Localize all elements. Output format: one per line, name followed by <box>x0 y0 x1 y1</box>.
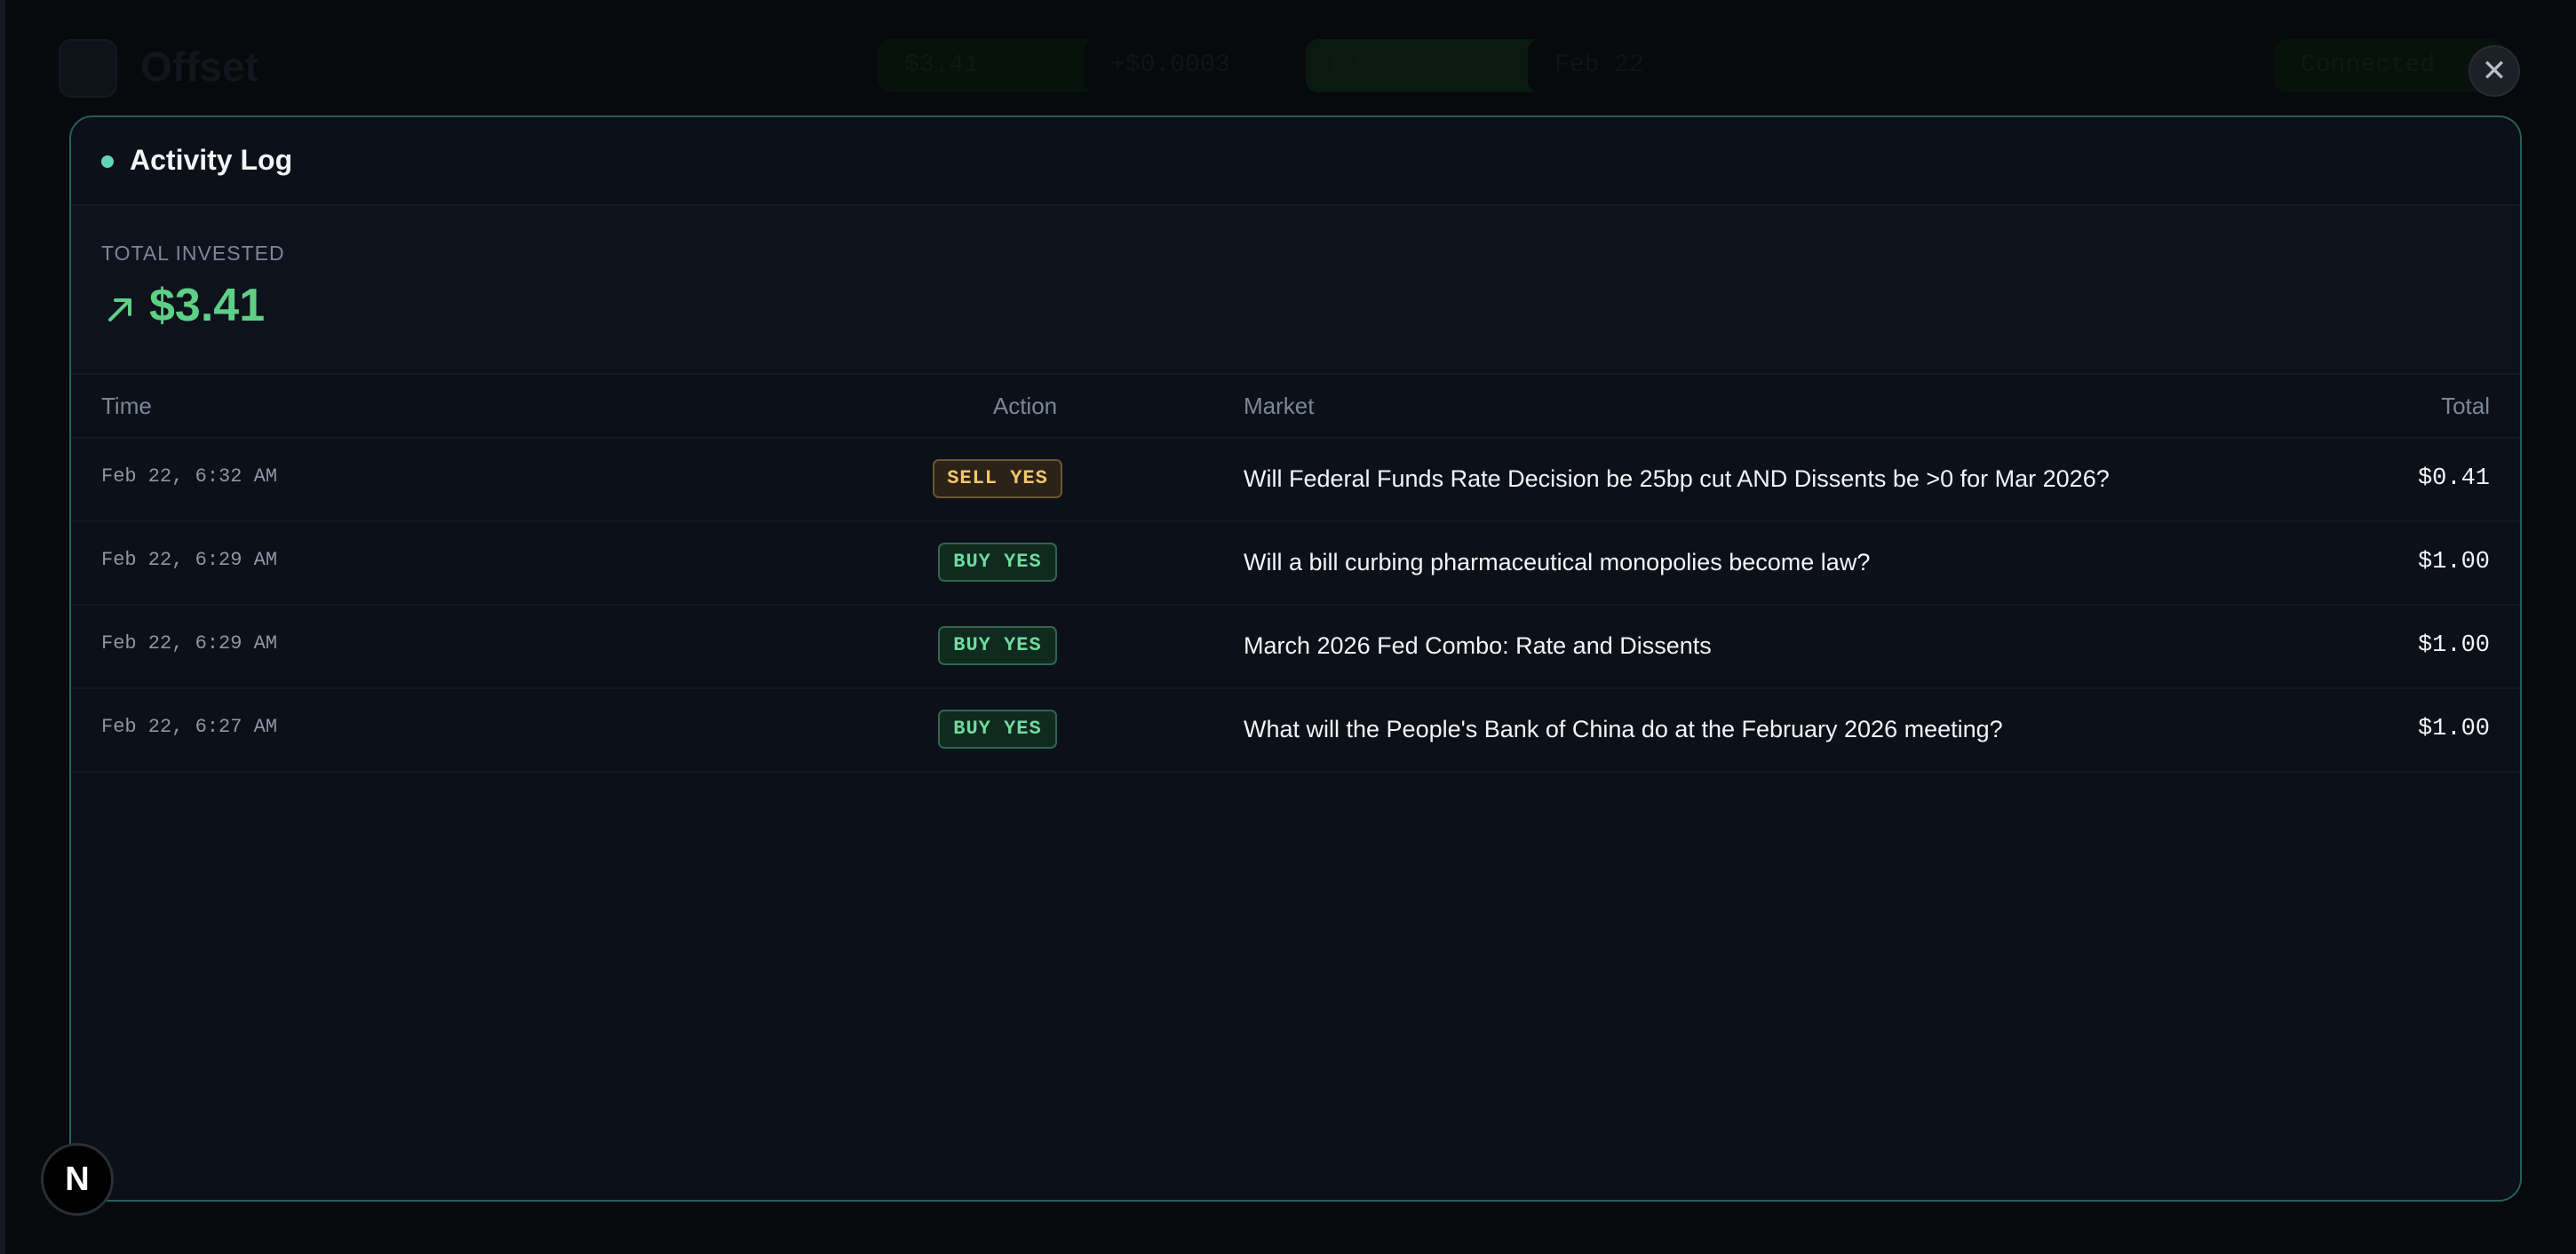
row-time: Feb 22, 6:29 AM <box>101 549 278 571</box>
column-header-market: Market <box>1244 393 1315 419</box>
action-badge: BUY YES <box>938 710 1057 749</box>
total-invested-value: $3.41 <box>149 280 266 331</box>
table-header: Time Action Market Total <box>71 375 2520 439</box>
table-row[interactable]: Feb 22, 6:29 AM BUY YES March 2026 Fed C… <box>71 606 2520 689</box>
table-row[interactable]: Feb 22, 6:29 AM BUY YES Will a bill curb… <box>71 522 2520 606</box>
activity-log-modal: Activity Log TOTAL INVESTED $3.41 Time A… <box>69 115 2522 1202</box>
app-title: Offset <box>140 44 258 90</box>
modal-header: Activity Log <box>71 117 2520 206</box>
activity-table: Time Action Market Total Feb 22, 6:32 AM… <box>71 375 2520 773</box>
background-header: Offset $3.41 +$0.0003 BUY YES Feb 22 Con… <box>0 0 2576 133</box>
row-time: Feb 22, 6:32 AM <box>101 465 278 488</box>
close-button[interactable]: ✕ <box>2469 45 2520 97</box>
action-badge: SELL YES <box>933 459 1062 498</box>
row-total: $0.41 <box>2417 465 2490 492</box>
column-header-action: Action <box>992 393 1058 419</box>
action-badge: BUY YES <box>938 543 1057 582</box>
column-header-total: Total <box>2441 393 2490 419</box>
action-badge: BUY YES <box>938 626 1057 665</box>
row-market: Will Federal Funds Rate Decision be 25bp… <box>1244 465 2110 492</box>
modal-title: Activity Log <box>130 144 293 176</box>
background-edge <box>0 0 5 1254</box>
row-total: $1.00 <box>2417 549 2490 575</box>
status-dot-icon <box>101 155 114 168</box>
row-market: What will the People's Bank of China do … <box>1244 716 2003 742</box>
app-logo-icon <box>59 39 117 98</box>
table-row[interactable]: Feb 22, 6:27 AM BUY YES What will the Pe… <box>71 689 2520 773</box>
background-pill: +$0.0003 <box>1084 39 1332 92</box>
background-pill: $3.41 <box>878 39 1100 92</box>
nextjs-icon: N <box>65 1160 90 1198</box>
nextjs-dev-badge[interactable]: N <box>41 1143 114 1216</box>
background-pill: Feb 22 <box>1528 39 1714 92</box>
row-total: $1.00 <box>2417 716 2490 742</box>
row-time: Feb 22, 6:29 AM <box>101 632 278 655</box>
arrow-up-right-icon <box>108 298 131 321</box>
row-market: March 2026 Fed Combo: Rate and Dissents <box>1244 632 1712 659</box>
row-time: Feb 22, 6:27 AM <box>101 716 278 738</box>
table-row[interactable]: Feb 22, 6:32 AM SELL YES Will Federal Fu… <box>71 439 2520 522</box>
total-invested-summary: TOTAL INVESTED $3.41 <box>71 206 2520 375</box>
row-market: Will a bill curbing pharmaceutical monop… <box>1244 549 1871 575</box>
total-invested-label: TOTAL INVESTED <box>101 242 285 265</box>
column-header-time: Time <box>101 393 152 419</box>
row-total: $1.00 <box>2417 632 2490 659</box>
close-icon: ✕ <box>2481 54 2508 88</box>
background-pill: BUY YES <box>1306 39 1546 92</box>
